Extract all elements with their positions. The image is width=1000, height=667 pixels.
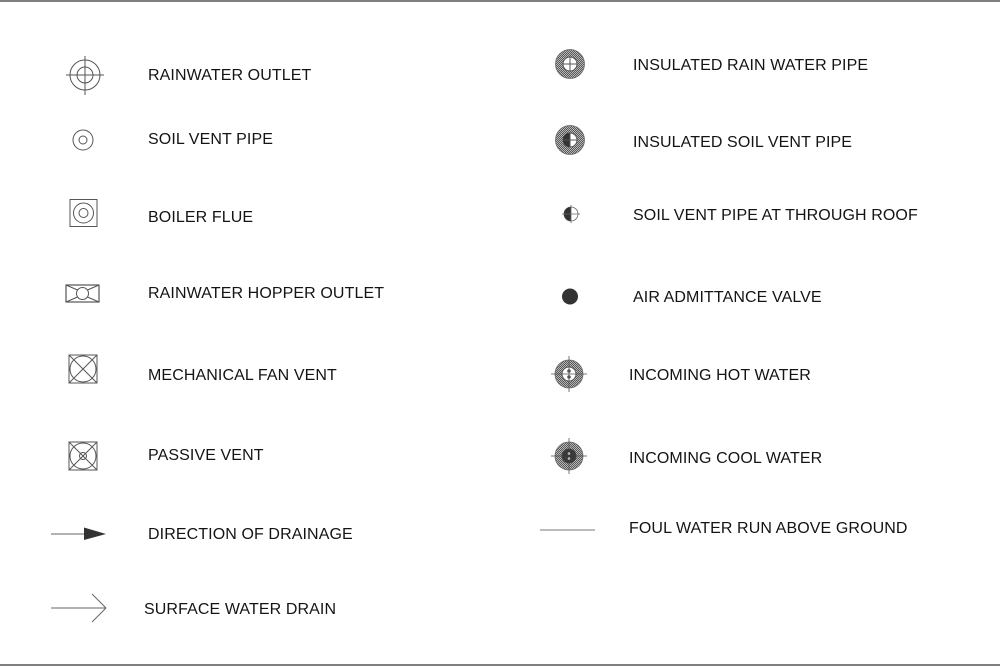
legend-label-soil-vent-pipe: SOIL VENT PIPE bbox=[148, 131, 274, 148]
legend-label-rainwater-hopper-outlet: RAINWATER HOPPER OUTLET bbox=[148, 285, 385, 302]
legend-label-foul-water-run-above-ground: FOUL WATER RUN ABOVE GROUND bbox=[629, 520, 908, 537]
legend-label-rainwater-outlet: RAINWATER OUTLET bbox=[148, 67, 312, 84]
mechanical-fan-vent-icon bbox=[68, 354, 98, 384]
legend-label-insulated-soil-vent-pipe: INSULATED SOIL VENT PIPE bbox=[633, 134, 853, 151]
legend-label-insulated-rain-water-pipe: INSULATED RAIN WATER PIPE bbox=[633, 57, 869, 74]
air-admittance-valve-icon bbox=[562, 288, 578, 305]
direction-of-drainage-icon bbox=[51, 527, 106, 540]
legend-label-mechanical-fan-vent: MECHANICAL FAN VENT bbox=[148, 367, 337, 384]
frame-bottom-border bbox=[0, 664, 1000, 666]
rainwater-hopper-outlet-icon bbox=[65, 284, 100, 303]
legend-label-incoming-cool-water: INCOMING COOL WATER bbox=[629, 450, 823, 467]
frame-top-border bbox=[0, 0, 1000, 2]
legend-label-incoming-hot-water: INCOMING HOT WATER bbox=[629, 367, 811, 384]
legend-label-air-admittance-valve: AIR ADMITTANCE VALVE bbox=[633, 289, 822, 306]
surface-water-drain-icon bbox=[51, 593, 107, 623]
legend-label-boiler-flue: BOILER FLUE bbox=[148, 209, 254, 226]
legend-label-direction-of-drainage: DIRECTION OF DRAINAGE bbox=[148, 526, 353, 543]
legend-label-surface-water-drain: SURFACE WATER DRAIN bbox=[144, 601, 337, 618]
passive-vent-icon bbox=[68, 441, 98, 471]
legend-label-soil-vent-pipe-through-roof: SOIL VENT PIPE AT THROUGH ROOF bbox=[633, 207, 918, 224]
insulated-soil-vent-pipe-icon bbox=[555, 125, 585, 155]
boiler-flue-icon bbox=[69, 199, 98, 227]
incoming-hot-water-icon bbox=[551, 356, 587, 392]
rainwater-outlet-icon bbox=[66, 56, 104, 95]
soil-vent-pipe-through-roof-icon bbox=[562, 205, 580, 223]
legend-label-passive-vent: PASSIVE VENT bbox=[148, 447, 264, 464]
foul-water-run-above-ground-icon bbox=[540, 529, 595, 531]
soil-vent-pipe-icon bbox=[72, 129, 94, 151]
incoming-cool-water-icon bbox=[551, 438, 587, 474]
insulated-rain-water-pipe-icon bbox=[555, 49, 585, 79]
